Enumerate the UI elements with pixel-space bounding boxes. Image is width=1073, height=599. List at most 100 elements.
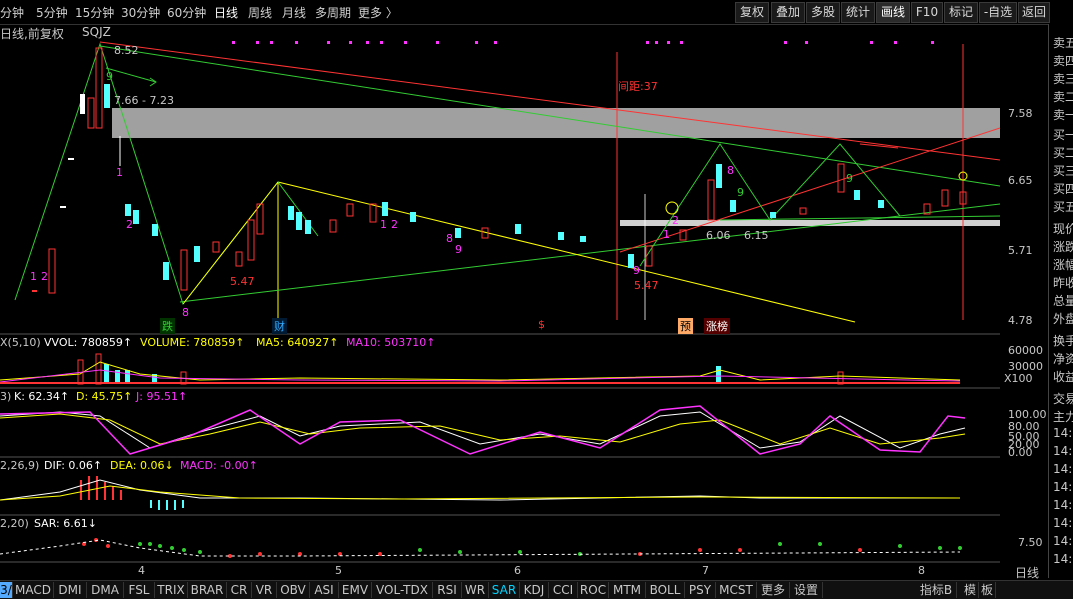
quote-sell1[interactable]: 卖一 <box>1053 106 1073 123</box>
quote-volume: 总量 <box>1053 294 1073 308</box>
quote-sell2[interactable]: 卖二 <box>1053 88 1073 105</box>
count-label: 9 <box>455 243 462 256</box>
quote-sell5[interactable]: 卖五 <box>1053 34 1073 51</box>
tab-more[interactable]: 更多 <box>757 582 790 598</box>
restore-rights-button[interactable]: 复权 <box>735 2 769 23</box>
tab-fsl[interactable]: FSL <box>124 582 155 598</box>
macd-dif-label: DIF: 0.06↑ <box>44 459 103 472</box>
quote-buy1[interactable]: 买一 <box>1053 126 1073 143</box>
tab-vol-tdx[interactable]: VOL-TDX <box>372 582 433 598</box>
multi-stock-button[interactable]: 多股 <box>806 2 840 23</box>
quote-price: 现价 <box>1053 222 1073 236</box>
volume-axis-tick: 60000 <box>1008 344 1043 357</box>
timeframe-weekly[interactable]: 周线 <box>248 4 272 21</box>
tab-vr[interactable]: VR <box>252 582 277 598</box>
quote-buy3[interactable]: 买三 <box>1053 162 1073 179</box>
x-axis-tick: 7 <box>702 564 709 577</box>
tab-dmi[interactable]: DMI <box>54 582 87 598</box>
event-tag-cai[interactable]: 财 <box>272 318 287 334</box>
x-axis-tick: 6 <box>514 564 521 577</box>
count-label: 9 <box>633 264 640 277</box>
tab-macd[interactable]: MACD <box>13 582 54 598</box>
macd-dea-label: DEA: 0.06↓ <box>110 459 174 472</box>
kdj-title: 3) <box>0 390 12 403</box>
ma10-label: MA10: 503710↑ <box>346 336 436 349</box>
price-axis-tick: 5.71 <box>1008 244 1033 257</box>
quote-buy4[interactable]: 买四 <box>1053 180 1073 197</box>
event-tag-s[interactable]: $ <box>538 318 545 331</box>
tab-asi[interactable]: ASI <box>310 582 339 598</box>
period-label[interactable]: 日线 <box>1012 565 1042 581</box>
statistics-button[interactable]: 统计 <box>841 2 875 23</box>
tab-rsi[interactable]: RSI <box>433 582 462 598</box>
tab-mcst[interactable]: MCST <box>716 582 757 598</box>
count-label: 2 <box>672 214 679 227</box>
tab-mtm[interactable]: MTM <box>609 582 646 598</box>
tab-cci[interactable]: CCI <box>549 582 578 598</box>
x-axis-tick: 4 <box>138 564 145 577</box>
tab-dma[interactable]: DMA <box>87 582 124 598</box>
event-tag-die[interactable]: 跌 <box>160 318 175 334</box>
tab-wr[interactable]: WR <box>462 582 489 598</box>
volume-label: VOLUME: 780859↑ <box>140 336 245 349</box>
macd-value-label: MACD: -0.00↑ <box>180 459 258 472</box>
kdj-k-label: K: 62.34↑ <box>14 390 70 403</box>
trade-time: 14: <box>1053 552 1073 566</box>
tab-kdj[interactable]: KDJ <box>520 582 549 598</box>
timeframe-15min[interactable]: 15分钟 <box>75 4 114 21</box>
low-price-label-2: 5.47 <box>634 279 659 292</box>
timeframe-60min[interactable]: 60分钟 <box>167 4 206 21</box>
tab-sar[interactable]: SAR <box>489 582 520 598</box>
tab-boll[interactable]: BOLL <box>646 582 685 598</box>
tab-first[interactable]: 3/ <box>0 582 13 598</box>
price-label-6-06: 6.06 <box>706 229 731 242</box>
macd-title: 2,26,9) <box>0 459 40 472</box>
quote-sell3[interactable]: 卖三 <box>1053 70 1073 87</box>
event-tag-yu[interactable]: 预 <box>678 318 693 334</box>
tab-trix[interactable]: TRIX <box>155 582 188 598</box>
quote-buy2[interactable]: 买二 <box>1053 144 1073 161</box>
quote-panel: 卖五 卖四 卖三 卖二 卖一 买一 买二 买三 买四 买五 现价 涨跌 涨幅 昨… <box>1048 24 1073 578</box>
timeframe-30min[interactable]: 30分钟 <box>121 4 160 21</box>
template-button[interactable]: 模 <box>962 582 979 598</box>
timeframe-5min[interactable]: 5分钟 <box>36 4 68 21</box>
ma5-label: MA5: 640927↑ <box>256 336 339 349</box>
timeframe-daily[interactable]: 日线 <box>214 4 238 21</box>
timeframe-more[interactable]: 更多 〉 <box>358 4 398 21</box>
count-label: 9 <box>106 70 113 83</box>
quote-sell4[interactable]: 卖四 <box>1053 52 1073 69</box>
back-button[interactable]: 返回 <box>1018 2 1050 23</box>
timeframe-multi[interactable]: 多周期 <box>315 4 351 21</box>
chart-mode-label[interactable]: 日线,前复权 <box>0 25 64 42</box>
timeframe-1min[interactable]: 分钟 <box>0 4 24 21</box>
tab-emv[interactable]: EMV <box>339 582 372 598</box>
quote-buy5[interactable]: 买五 <box>1053 198 1073 215</box>
trade-time: 14: <box>1053 444 1073 458</box>
price-axis-tick: 6.65 <box>1008 174 1033 187</box>
count-label: 8 <box>182 306 189 319</box>
tab-obv[interactable]: OBV <box>277 582 310 598</box>
event-tag-zhangbang[interactable]: 涨榜 <box>704 318 730 334</box>
tab-settings[interactable]: 设置 <box>790 582 823 598</box>
indicator-b-button[interactable]: 指标B <box>916 582 957 598</box>
candles <box>32 47 967 294</box>
tab-psy[interactable]: PSY <box>685 582 716 598</box>
count-label: 2 <box>391 218 398 231</box>
f10-button[interactable]: F10 <box>911 2 943 23</box>
tab-roc[interactable]: ROC <box>578 582 609 598</box>
count-label: 2 <box>41 270 48 283</box>
remove-watchlist-button[interactable]: -自选 <box>979 2 1017 23</box>
mark-button[interactable]: 标记 <box>944 2 978 23</box>
timeframe-monthly[interactable]: 月线 <box>282 4 306 21</box>
draw-line-button[interactable]: 画线 <box>876 2 910 23</box>
board-button[interactable]: 板 <box>979 582 996 598</box>
signal-dots <box>232 41 934 44</box>
quote-trades[interactable]: 交易 <box>1053 390 1073 407</box>
quote-prev-close: 昨收 <box>1053 276 1073 290</box>
tab-cr[interactable]: CR <box>227 582 252 598</box>
overlay-button[interactable]: 叠加 <box>771 2 805 23</box>
quote-main[interactable]: 主力 <box>1053 408 1073 425</box>
chart-area[interactable]: 日线,前复权 SQJZ 8.52 7.66 - 7.23 间距:37 5.47 … <box>0 24 1047 578</box>
trade-time: 14: <box>1053 498 1073 512</box>
tab-brar[interactable]: BRAR <box>188 582 227 598</box>
